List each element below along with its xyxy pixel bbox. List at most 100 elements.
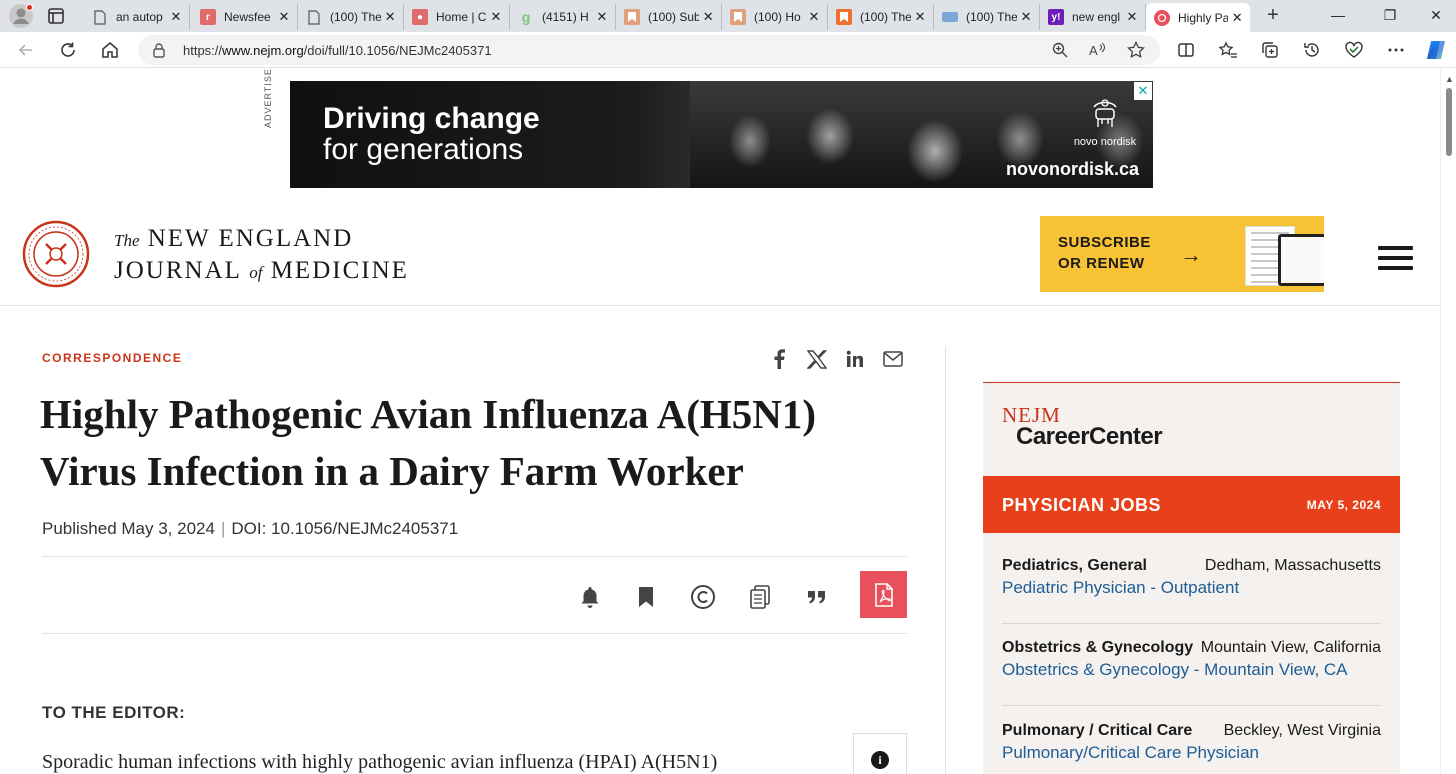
svg-text:A: A — [1089, 43, 1098, 58]
tab-favicon-icon — [306, 9, 322, 25]
alert-bell-icon[interactable] — [577, 584, 603, 610]
nejm-seal-logo[interactable] — [22, 220, 90, 288]
cite-quote-icon[interactable] — [804, 584, 830, 610]
arrow-right-icon: → — [1180, 242, 1202, 267]
browser-essentials-icon[interactable] — [1344, 40, 1364, 60]
tab-close-icon[interactable]: ✕ — [593, 9, 611, 25]
notification-dot-icon — [26, 4, 33, 11]
home-icon[interactable] — [100, 40, 120, 60]
copyright-permissions-icon[interactable] — [690, 584, 716, 610]
page-viewport: ADVERTISEMENT Driving change for generat… — [0, 68, 1440, 774]
history-icon[interactable] — [1302, 40, 1322, 60]
pdf-icon — [874, 582, 893, 607]
job-title-link[interactable]: Pediatric Physician - Outpatient — [1002, 578, 1381, 598]
new-tab-button[interactable]: + — [1262, 4, 1284, 26]
browser-tab[interactable]: r Newsfee ✕ — [192, 4, 298, 30]
tab-close-icon[interactable]: ✕ — [275, 9, 293, 25]
download-pdf-button[interactable] — [860, 571, 907, 618]
bookmark-icon[interactable] — [633, 584, 659, 610]
read-aloud-icon[interactable]: A — [1088, 40, 1108, 60]
advertisement-banner[interactable]: Driving change for generations novo nord… — [290, 81, 1153, 188]
tab-favicon-icon — [942, 12, 958, 22]
facebook-icon[interactable] — [768, 348, 790, 370]
info-icon: i — [871, 751, 889, 769]
browser-tab[interactable]: (100) Ho ✕ — [722, 4, 828, 30]
restore-button[interactable]: ❐ — [1382, 7, 1398, 24]
job-title-link[interactable]: Pulmonary/Critical Care Physician — [1002, 743, 1381, 763]
subscribe-or-renew-button[interactable]: SUBSCRIBE OR RENEW → — [1040, 216, 1324, 292]
site-header: The NEW ENGLAND JOURNAL of MEDICINE SUBS… — [0, 206, 1440, 306]
nejm-wordmark[interactable]: The NEW ENGLAND JOURNAL of MEDICINE — [114, 224, 409, 288]
tab-close-icon[interactable]: ✕ — [487, 9, 505, 25]
publication-info: Published May 3, 2024 | DOI: 10.1056/NEJMc… — [42, 519, 459, 538]
doi-text[interactable]: DOI: 10.1056/NEJMc2405371 — [231, 519, 458, 538]
scrollbar-thumb[interactable] — [1446, 88, 1452, 156]
tab-favicon-icon: g — [521, 9, 531, 25]
tab-favicon-icon: y! — [1048, 9, 1064, 25]
tab-title: new engl — [1072, 10, 1121, 24]
section-label[interactable]: CORRESPONDENCE — [42, 351, 182, 365]
browser-tab[interactable]: (100) The ✕ — [298, 4, 404, 30]
email-icon[interactable] — [882, 348, 904, 370]
tab-favicon-icon: ● — [412, 9, 428, 25]
tab-close-icon[interactable]: ✕ — [911, 9, 929, 25]
zoom-icon[interactable] — [1050, 40, 1070, 60]
collections-icon[interactable] — [1260, 40, 1280, 60]
split-screen-icon[interactable] — [1176, 40, 1196, 60]
tab-close-icon[interactable]: ✕ — [167, 9, 185, 25]
page-scrollbar[interactable]: ▲ — [1440, 68, 1456, 774]
ad-close-button[interactable]: ✕ — [1134, 82, 1152, 100]
copy-document-icon[interactable] — [747, 584, 773, 610]
tablet-image — [1278, 234, 1324, 286]
job-listing: Obstetrics & Gynecology Mountain View, C… — [1002, 639, 1381, 680]
scroll-up-icon[interactable]: ▲ — [1445, 74, 1454, 84]
tab-actions-icon[interactable] — [46, 6, 66, 26]
favorites-icon[interactable] — [1218, 40, 1238, 60]
browser-toolbar: https://www.nejm.org/doi/full/10.1056/NE… — [0, 32, 1456, 68]
tab-favicon-icon — [730, 9, 746, 25]
linkedin-icon[interactable] — [844, 348, 866, 370]
tab-close-icon[interactable]: ✕ — [1123, 9, 1141, 25]
browser-tab[interactable]: (100) The ✕ — [934, 4, 1040, 30]
job-title-link[interactable]: Obstetrics & Gynecology - Mountain View,… — [1002, 660, 1381, 680]
back-arrow-icon[interactable] — [16, 40, 36, 60]
tab-close-icon[interactable]: ✕ — [1017, 9, 1035, 25]
tab-close-icon[interactable]: ✕ — [381, 9, 399, 25]
physician-jobs-date: MAY 5, 2024 — [1306, 498, 1381, 512]
tab-title: (100) The — [330, 10, 382, 24]
favorite-star-icon[interactable] — [1126, 40, 1146, 60]
browser-tab[interactable]: Highly Pa ✕ — [1146, 3, 1250, 32]
tab-title: (4151) H — [542, 10, 589, 24]
minimize-button[interactable]: — — [1330, 7, 1346, 23]
browser-tab[interactable]: (100) The ✕ — [828, 4, 934, 30]
lock-icon[interactable] — [152, 42, 166, 63]
info-button[interactable]: i — [853, 733, 907, 774]
x-twitter-icon[interactable] — [806, 348, 828, 370]
browser-tab[interactable]: g (4151) H ✕ — [510, 4, 616, 30]
browser-tab[interactable]: (100) Sub ✕ — [616, 4, 722, 30]
job-location: Mountain View, California — [1200, 639, 1381, 656]
hamburger-menu-icon[interactable] — [1378, 246, 1413, 270]
tab-close-icon[interactable]: ✕ — [699, 9, 717, 25]
tab-close-icon[interactable]: ✕ — [805, 9, 823, 25]
browser-tab[interactable]: ● Home | C ✕ — [404, 4, 510, 30]
nejm-career-center-logo[interactable]: NEJM CareerCenter — [1002, 405, 1163, 449]
job-specialty: Pulmonary / Critical Care — [1002, 722, 1193, 739]
tab-close-icon[interactable]: ✕ — [1228, 10, 1246, 26]
tab-title: an autop — [116, 10, 163, 24]
tab-favicon-icon — [624, 9, 640, 25]
tab-favicon-icon — [836, 9, 852, 25]
browser-tab[interactable]: an autop ✕ — [84, 4, 190, 30]
address-bar[interactable]: https://www.nejm.org/doi/full/10.1056/NE… — [138, 35, 1160, 65]
column-divider — [945, 346, 946, 774]
close-window-button[interactable]: ✕ — [1428, 7, 1444, 24]
to-the-editor-heading: TO THE EDITOR: — [42, 703, 186, 722]
browser-tab[interactable]: y! new engl ✕ — [1040, 4, 1146, 30]
refresh-icon[interactable] — [58, 40, 78, 60]
copilot-icon[interactable] — [1424, 38, 1448, 62]
tab-title: Home | C — [436, 10, 487, 24]
more-options-icon[interactable] — [1386, 40, 1406, 60]
profile-avatar-icon[interactable] — [8, 3, 34, 29]
subscribe-label: SUBSCRIBE OR RENEW — [1058, 234, 1151, 272]
url-text[interactable]: https://www.nejm.org/doi/full/10.1056/NE… — [183, 43, 492, 58]
